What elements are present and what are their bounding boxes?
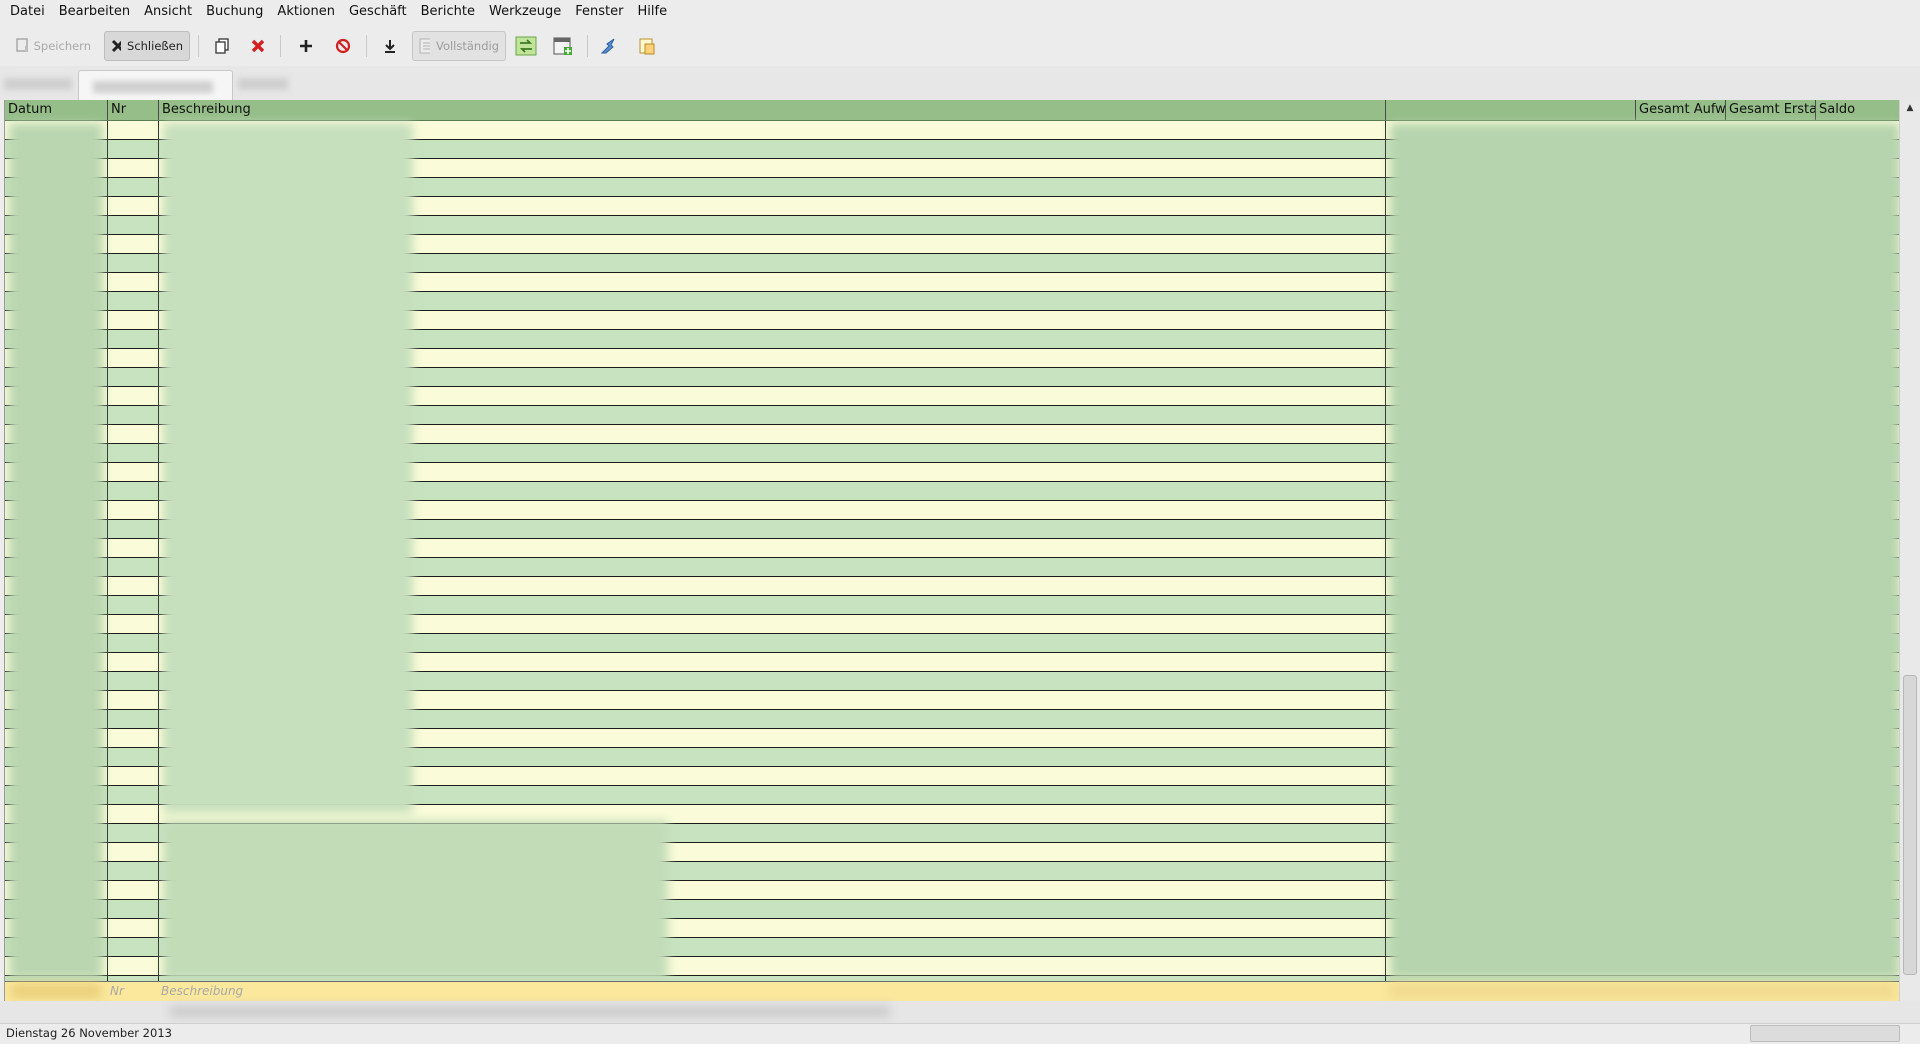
register-ledger: Datum Nr Beschreibung Gesamt Aufw Gesamt… — [4, 100, 1900, 1001]
menu-werkzeuge[interactable]: Werkzeuge — [482, 0, 568, 24]
duplicate-button[interactable] — [208, 31, 236, 61]
reconcile-icon — [600, 38, 615, 54]
toolbar-separator — [280, 35, 281, 57]
menu-buchung[interactable]: Buchung — [199, 0, 270, 24]
add-button[interactable] — [292, 31, 320, 61]
void-button[interactable] — [329, 31, 357, 61]
delete-button[interactable] — [244, 31, 272, 61]
summary-totals-blurred — [170, 1006, 890, 1017]
reconcile-button[interactable] — [596, 31, 624, 61]
calendar-button[interactable] — [549, 31, 577, 61]
date-column-blurred — [9, 123, 103, 979]
column-header-balance[interactable]: Saldo — [1815, 100, 1900, 120]
menu-aktionen[interactable]: Aktionen — [270, 0, 342, 24]
amounts-columns-blurred — [1390, 123, 1900, 979]
column-header-total-expense[interactable]: Gesamt Aufw — [1635, 100, 1725, 120]
download-button[interactable] — [376, 31, 404, 61]
save-label: Speichern — [33, 39, 91, 53]
menu-geschaeft[interactable]: Geschäft — [342, 0, 414, 24]
close-icon — [111, 39, 122, 53]
description-placeholder[interactable]: Beschreibung — [158, 982, 243, 1001]
description-column-blurred — [163, 123, 413, 813]
delete-icon — [251, 39, 265, 53]
toolbar: Speichern Schließen Vollständig — [0, 24, 1920, 67]
column-header-description[interactable]: Beschreibung — [158, 100, 1385, 120]
add-icon — [300, 40, 312, 52]
menu-berichte[interactable]: Berichte — [414, 0, 482, 24]
column-header-transfer[interactable] — [1385, 100, 1635, 120]
close-label: Schließen — [127, 39, 183, 53]
status-progress — [1750, 1025, 1900, 1042]
column-divider — [107, 121, 108, 981]
blank-row-date-blurred[interactable] — [11, 984, 101, 998]
num-placeholder[interactable]: Nr — [107, 982, 124, 1001]
status-date: Dienstag 26 November 2013 — [6, 1026, 172, 1040]
register-rows[interactable] — [5, 121, 1900, 981]
column-divider — [158, 121, 159, 981]
view-icon — [419, 38, 430, 54]
toolbar-separator — [198, 35, 199, 57]
view-button[interactable]: Vollständig — [412, 31, 506, 61]
toolbar-separator — [587, 35, 588, 57]
scroll-up-arrow-icon[interactable]: ▲ — [1904, 102, 1916, 114]
split-icon — [639, 38, 655, 55]
calendar-icon — [553, 37, 572, 55]
tab-strip — [0, 66, 1920, 100]
tab-active[interactable] — [78, 70, 233, 100]
blank-entry-row[interactable]: Nr Beschreibung — [5, 981, 1900, 1001]
view-label: Vollständig — [435, 39, 499, 53]
tab-blurred[interactable] — [4, 78, 72, 90]
summary-bar — [0, 1001, 1920, 1023]
menu-fenster[interactable]: Fenster — [568, 0, 630, 24]
column-header-num[interactable]: Nr — [107, 100, 158, 120]
save-button[interactable]: Speichern — [8, 31, 98, 61]
description-detail-blurred — [163, 821, 668, 981]
vertical-scrollbar[interactable]: ▲ — [1899, 100, 1920, 1001]
menu-hilfe[interactable]: Hilfe — [631, 0, 675, 24]
toolbar-separator — [366, 35, 367, 57]
menu-bearbeiten[interactable]: Bearbeiten — [52, 0, 137, 24]
refresh-icon — [515, 36, 537, 56]
tab-blurred[interactable] — [238, 78, 288, 90]
tab-active-label-blurred — [93, 81, 213, 93]
refresh-button[interactable] — [512, 31, 540, 61]
scroll-thumb[interactable] — [1903, 675, 1917, 975]
menu-ansicht[interactable]: Ansicht — [137, 0, 199, 24]
download-icon — [385, 40, 395, 53]
blank-row-amounts-blurred — [1390, 984, 1895, 998]
column-header-date[interactable]: Datum — [5, 100, 107, 120]
menu-bar: Datei Bearbeiten Ansicht Buchung Aktione… — [0, 0, 1920, 24]
duplicate-icon — [215, 38, 229, 54]
void-icon — [335, 38, 351, 54]
split-button[interactable] — [633, 31, 661, 61]
save-icon — [16, 38, 28, 52]
column-header-total-refund[interactable]: Gesamt Ersta — [1725, 100, 1815, 120]
register-header: Datum Nr Beschreibung Gesamt Aufw Gesamt… — [5, 100, 1900, 121]
menu-datei[interactable]: Datei — [0, 0, 52, 24]
close-button[interactable]: Schließen — [104, 31, 190, 61]
status-bar: Dienstag 26 November 2013 — [0, 1023, 1920, 1044]
column-divider — [1385, 121, 1386, 981]
